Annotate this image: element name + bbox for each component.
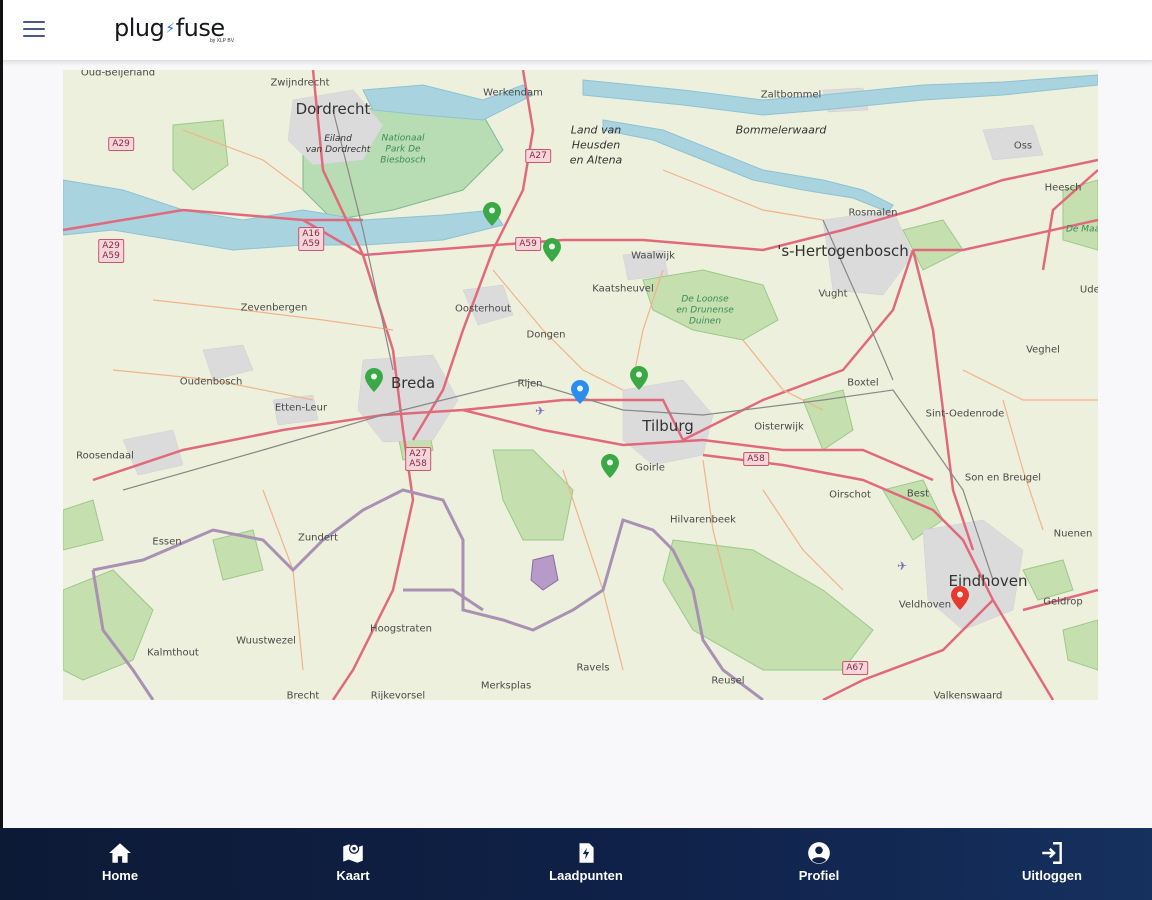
map-label-town: Wuustwezel — [236, 635, 296, 647]
current-location-pin[interactable] — [571, 380, 589, 404]
map-label-town: Werkendam — [483, 87, 543, 99]
nav-map[interactable]: Kaart — [288, 828, 418, 900]
map-label-town: Zaltbommel — [760, 89, 822, 101]
map-label-town: Geldrop — [1043, 596, 1083, 608]
map-label-town: Oisterwijk — [754, 421, 804, 433]
charging-point-pin[interactable] — [543, 238, 561, 262]
map-label-town: Nuenen — [1053, 528, 1093, 540]
map-label-town: Hilvarenbeek — [670, 514, 736, 526]
map-label-nature: De Maa — [1065, 224, 1098, 235]
logout-icon — [1042, 842, 1062, 864]
map-label-town: Uden — [1079, 284, 1098, 296]
map-label-town: Oirschot — [829, 489, 871, 501]
nav-home[interactable]: Home — [55, 828, 185, 900]
road-shield: A27 A58 — [405, 447, 431, 471]
map-label-town: Dongen — [526, 329, 566, 341]
map-label-region: Bommelerwaard — [735, 123, 827, 137]
road-shield: A16 A59 — [298, 227, 324, 251]
logo-text-plug: plug — [114, 14, 165, 42]
map-label-town: Rosmalen — [848, 207, 898, 219]
map-label-town: Zundert — [297, 532, 339, 544]
pin-marker-shape — [571, 380, 589, 404]
map-label-town: Etten-Leur — [274, 402, 328, 414]
nav-charging-points[interactable]: Laadpunten — [521, 828, 651, 900]
nav-logout-label: Uitloggen — [1022, 868, 1082, 883]
map-label-town: Merksplas — [480, 680, 532, 692]
map-label-town: Roosendaal — [76, 450, 134, 462]
map-label-city: 's-Hertogenbosch — [777, 242, 909, 260]
nav-charging-points-label: Laadpunten — [549, 868, 623, 883]
map-label-city: Breda — [390, 374, 436, 392]
map-label-town: Vught — [818, 288, 848, 300]
pin-marker-shape — [483, 202, 501, 226]
map-label-town: Son en Breugel — [964, 472, 1042, 484]
nav-profile[interactable]: Profiel — [754, 828, 884, 900]
map-label-town: Veldhoven — [898, 599, 952, 611]
map-label-nature: De Loonse en Drunense Duinen — [676, 294, 734, 327]
map-label-town: Oudenbosch — [179, 376, 243, 388]
pin-marker-shape — [951, 586, 969, 610]
map-label-town: Valkenswaard — [933, 690, 1003, 701]
map-label-city: Tilburg — [642, 417, 694, 435]
map-label-town: Brecht — [286, 690, 320, 701]
pin-marker-shape — [630, 366, 648, 390]
pin-marker-shape — [543, 238, 561, 262]
map-label-town: Oosterhout — [455, 303, 511, 315]
app-header: plug⚡fuse by XLP BV — [3, 0, 1152, 62]
svg-text:✈: ✈ — [535, 404, 545, 418]
charging-point-pin-occupied[interactable] — [951, 586, 969, 610]
nav-map-label: Kaart — [336, 868, 370, 883]
pin-marker-shape — [601, 454, 619, 478]
map-label-town: Heesch — [1044, 182, 1082, 194]
app-logo: plug⚡fuse by XLP BV — [114, 14, 234, 48]
lightning-icon: ⚡ — [165, 21, 175, 37]
charging-point-pin[interactable] — [483, 202, 501, 226]
road-shield: A29 — [108, 137, 134, 151]
map-label-town: Boxtel — [847, 377, 879, 389]
road-shield: A59 — [515, 237, 541, 251]
map-label-town: Reusel — [711, 675, 745, 687]
charging-station-icon — [579, 843, 594, 863]
map-label-town: Veghel — [1026, 344, 1060, 356]
logo-tagline: by XLP BV — [210, 38, 235, 44]
svg-text:✈: ✈ — [897, 559, 907, 573]
map-label-town: Essen — [152, 536, 182, 548]
bottom-navigation: Home Kaart Laadpunten Profiel Uitloggen — [0, 828, 1152, 900]
map-label-town: Zevenbergen — [240, 302, 308, 314]
map-label-town: Oss — [1013, 140, 1033, 152]
map-view[interactable]: ✈ ✈ Dordrecht Breda Tilburg 's-Hertogenb… — [63, 70, 1098, 700]
charging-point-pin[interactable] — [601, 454, 619, 478]
charging-point-pin[interactable] — [365, 368, 383, 392]
road-shield: A58 — [743, 452, 769, 466]
road-shield: A29 A59 — [98, 239, 124, 263]
map-icon — [343, 843, 363, 863]
map-label-city: Dordrecht — [295, 100, 371, 118]
home-icon — [109, 843, 131, 863]
map-label-town: Ravels — [576, 662, 610, 674]
map-label-town: Rijen — [517, 378, 543, 390]
hamburger-icon[interactable] — [23, 21, 45, 39]
map-label-region: Land van Heusden en Altena — [569, 123, 623, 167]
map-label-town: Best — [906, 488, 930, 500]
map-label-town: Kaatsheuvel — [592, 283, 654, 295]
map-label-town: Rijkevorsel — [370, 690, 426, 701]
map-label-town: Hoogstraten — [370, 623, 432, 635]
map-label-nature: Nationaal Park De Biesbosch — [380, 133, 426, 166]
charging-point-pin[interactable] — [630, 366, 648, 390]
road-shield: A27 — [525, 149, 551, 163]
map-label-town: Waalwijk — [631, 250, 675, 262]
map-label-town: Goirle — [635, 462, 665, 474]
nav-home-label: Home — [101, 868, 139, 883]
map-label-town: Kalmthout — [147, 647, 199, 659]
profile-icon — [808, 842, 830, 864]
map-label-town: Zwijndrecht — [270, 77, 330, 89]
map-label-town: Sint-Oedenrode — [925, 408, 1005, 420]
pin-marker-shape — [365, 368, 383, 392]
map-label-town: Oud-Beijerland — [80, 70, 156, 79]
nav-profile-label: Profiel — [798, 868, 840, 883]
road-shield: A67 — [842, 661, 868, 675]
map-label-region: Eiland van Dordrecht — [305, 134, 371, 155]
nav-logout[interactable]: Uitloggen — [987, 828, 1117, 900]
